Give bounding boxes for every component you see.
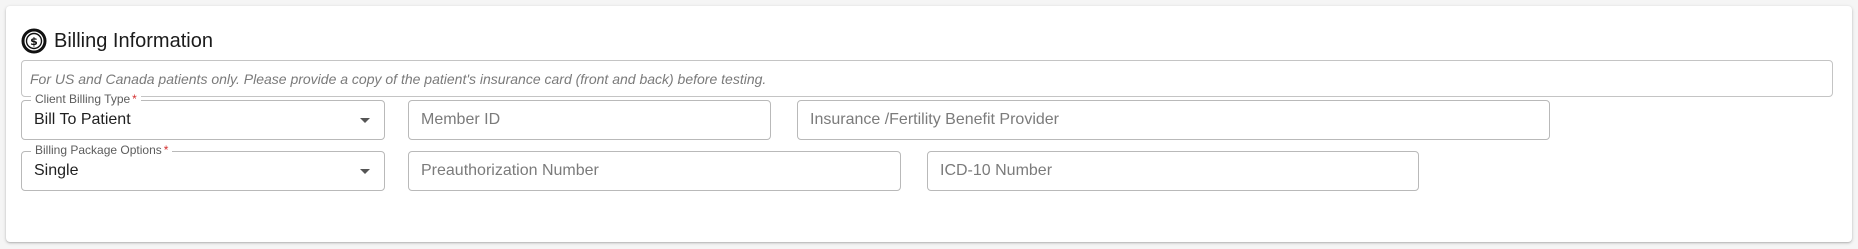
required-marker: * xyxy=(132,92,137,106)
insurance-provider-placeholder: Insurance /Fertility Benefit Provider xyxy=(810,111,1059,128)
insurance-provider-input[interactable]: Insurance /Fertility Benefit Provider xyxy=(797,100,1550,140)
preauthorization-number-input[interactable]: Preauthorization Number xyxy=(408,151,901,191)
billing-package-options-label: Billing Package Options * xyxy=(31,143,173,157)
client-billing-type-select[interactable]: Client Billing Type * Bill To Patient xyxy=(21,92,385,140)
icd10-number-input[interactable]: ICD-10 Number xyxy=(927,151,1419,191)
insurance-notice: For US and Canada patients only. Please … xyxy=(21,60,1833,97)
required-marker: * xyxy=(163,143,169,157)
chevron-down-icon[interactable] xyxy=(360,118,370,123)
member-id-placeholder: Member ID xyxy=(421,111,501,128)
section-header: $ Billing Information xyxy=(21,26,213,56)
client-billing-type-value: Bill To Patient xyxy=(34,111,131,128)
svg-text:$: $ xyxy=(30,35,38,48)
icd10-number-placeholder: ICD-10 Number xyxy=(940,162,1053,179)
billing-package-options-value: Single xyxy=(34,162,79,179)
billing-package-options-select[interactable]: Billing Package Options * Single xyxy=(21,143,385,191)
section-title: Billing Information xyxy=(54,29,213,52)
preauthorization-number-placeholder: Preauthorization Number xyxy=(421,162,599,179)
billing-information-card: $ Billing Information For US and Canada … xyxy=(6,6,1852,242)
chevron-down-icon[interactable] xyxy=(360,169,370,174)
client-billing-type-label: Client Billing Type * xyxy=(31,92,141,106)
member-id-input[interactable]: Member ID xyxy=(408,100,771,140)
dollar-circle-icon: $ xyxy=(21,28,47,54)
